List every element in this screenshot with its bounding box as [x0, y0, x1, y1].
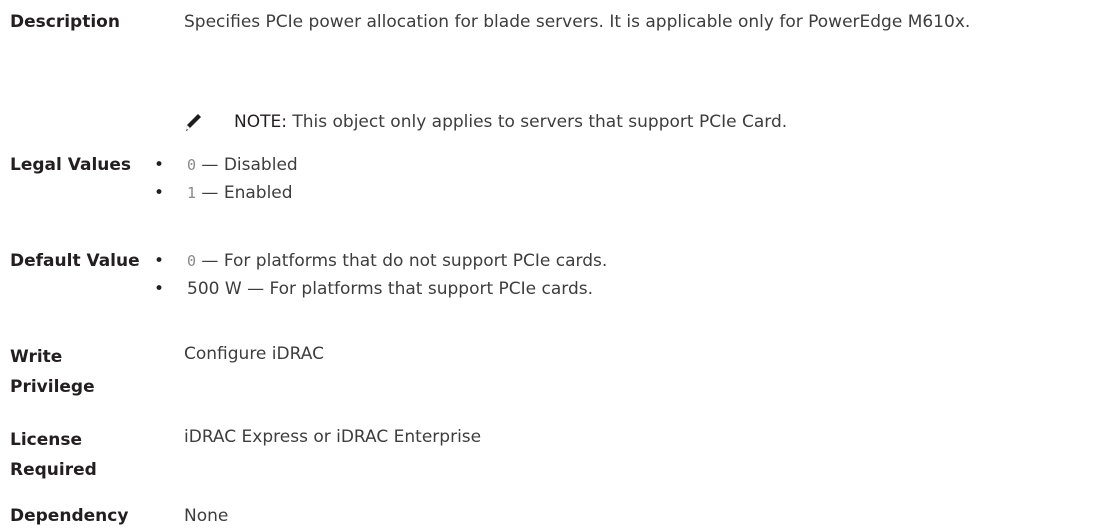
dependency-term: Dependency — [10, 506, 129, 526]
license-required-text: iDRAC Express or iDRAC Enterprise — [184, 427, 482, 447]
note-label: NOTE: — [234, 112, 287, 132]
bullet: • — [154, 183, 165, 203]
value-text: — Disabled — [196, 155, 298, 175]
value-code: 1 — [187, 184, 197, 202]
list-item: • 0 — For platforms that do not support … — [154, 249, 1105, 273]
license-required-term: License Required — [10, 430, 97, 480]
default-value-list: • 0 — For platforms that do not support … — [154, 249, 1105, 305]
write-privilege-text: Configure iDRAC — [184, 344, 324, 364]
bullet: • — [154, 251, 165, 271]
description-term: Description — [10, 12, 120, 32]
legal-values-list: • 0 — Disabled • 1 — Enabled — [154, 153, 1105, 209]
list-item: • 500 W — For platforms that support PCI… — [154, 277, 1105, 301]
bullet: • — [154, 279, 165, 299]
note-body: This object only applies to servers that… — [286, 112, 788, 132]
list-item: • 1 — Enabled — [154, 181, 1105, 205]
value-text: — For platforms that do not support PCIe… — [196, 251, 608, 271]
value-code: 0 — [187, 156, 197, 174]
value-code: 0 — [187, 252, 197, 270]
list-item: • 0 — Disabled — [154, 153, 1105, 177]
default-value-term: Default Value — [10, 251, 140, 271]
bullet: • — [154, 155, 165, 175]
write-privilege-term: Write Privilege — [10, 347, 95, 397]
document-page: { "description": { "term": "Description"… — [0, 0, 1113, 528]
description-text: Specifies PCIe power allocation for blad… — [184, 12, 971, 32]
value-text: — Enabled — [196, 183, 293, 203]
legal-values-term: Legal Values — [10, 155, 132, 175]
dependency-text: None — [184, 506, 229, 526]
value-text: 500 W — For platforms that support PCIe … — [187, 279, 594, 299]
note-text: NOTE: This object only applies to server… — [234, 110, 787, 134]
pencil-note-icon — [186, 114, 201, 131]
